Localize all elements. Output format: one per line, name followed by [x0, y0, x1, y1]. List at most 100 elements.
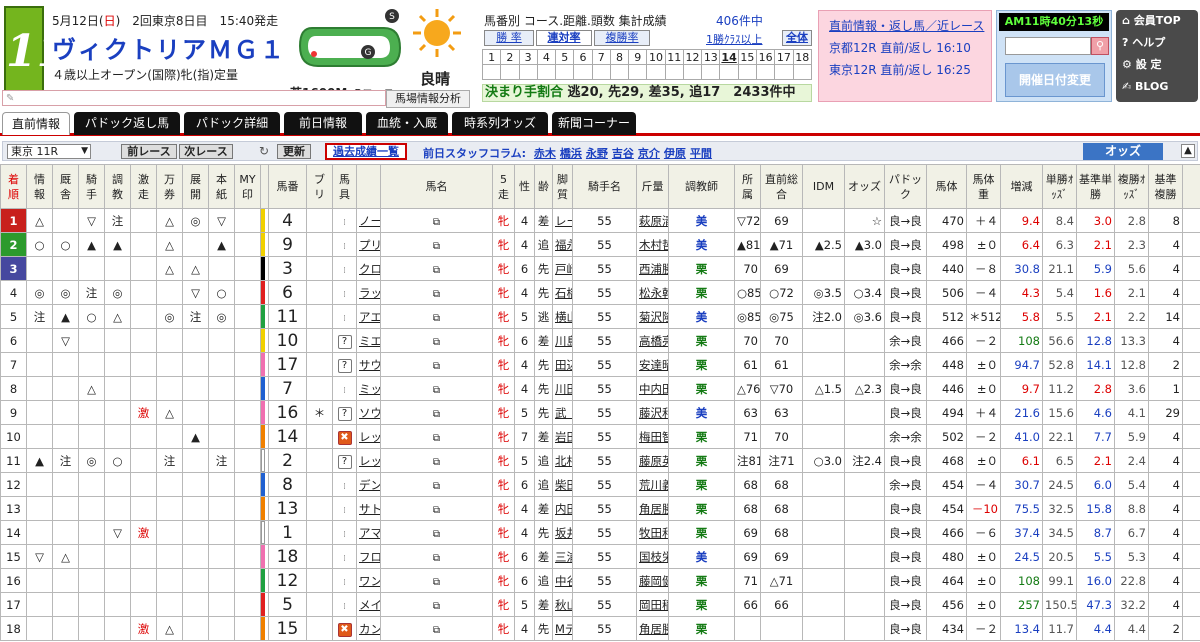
- question-icon[interactable]: ?: [337, 358, 352, 373]
- horse-name-cell[interactable]: アエロリット: [356, 304, 381, 329]
- table-row[interactable]: 4◎◎注◎▽○6⁞ラッキーライラック⧉牝4先石橋脩55松永幹栗○85○72◎3.…: [0, 280, 1200, 305]
- past5-cell[interactable]: ⧉: [380, 256, 493, 281]
- staff-link[interactable]: 橋浜: [560, 147, 582, 160]
- odds-button[interactable]: オッズ: [1083, 143, 1163, 160]
- table-row[interactable]: 2○○▲▲△▲9⁞プリモシーン⧉牝4追福永祐55木村哲美▲81▲71▲2.5▲3…: [0, 232, 1200, 257]
- horse-name-cell[interactable]: メイショウオワラ: [356, 592, 381, 617]
- trainer-cell[interactable]: 国枝栄: [636, 544, 669, 569]
- trainer-cell[interactable]: 角居勝: [636, 616, 669, 641]
- horse-name-link[interactable]: レッツゴードンキ: [359, 430, 380, 444]
- trainer-link[interactable]: 角居勝: [639, 622, 668, 636]
- jockey-link[interactable]: 武 豊[替]: [555, 406, 572, 420]
- jockey-link[interactable]: 岩田康: [555, 430, 572, 444]
- jockey-link[interactable]: 戸崎圭[替]: [555, 262, 572, 276]
- horse-name-link[interactable]: クロコスミア: [359, 262, 380, 276]
- horse-name-link[interactable]: ソウルスターリング: [359, 406, 380, 420]
- tab-prev-day[interactable]: 前日情報: [284, 112, 362, 135]
- trainer-cell[interactable]: 萩原清: [636, 208, 669, 233]
- trainer-link[interactable]: 牧田和: [639, 526, 668, 540]
- horse-name-link[interactable]: デンコウアンジュ: [359, 478, 380, 492]
- table-row[interactable]: 10▲14✖レッツゴードンキ⧉牝7差岩田康55梅田智栗7170余→余502－２4…: [0, 424, 1200, 449]
- past5-cell[interactable]: ⧉: [380, 328, 493, 353]
- trainer-cell[interactable]: 木村哲: [636, 232, 669, 257]
- trainer-cell[interactable]: 高橋亮: [636, 328, 669, 353]
- staff-link[interactable]: 永野: [586, 147, 608, 160]
- trainer-link[interactable]: 荒川義: [639, 478, 668, 492]
- table-row[interactable]: 16 12 ⁞ ワントゥワン ⧉ 牝6追中谷雄[替]55藤岡健栗71△71 良→良464±０…: [0, 568, 1200, 593]
- popup-icon[interactable]: ⧉: [433, 265, 440, 276]
- horse-name-link[interactable]: ミッキーチャーム: [359, 382, 380, 396]
- popup-icon[interactable]: ⧉: [433, 313, 440, 324]
- jockey-name-cell[interactable]: 川島信: [552, 328, 573, 353]
- horse-name-link[interactable]: アエロリット: [359, 310, 380, 324]
- trainer-cell[interactable]: 菊沢隆: [636, 304, 669, 329]
- trainer-link[interactable]: 梅田智: [639, 430, 668, 444]
- table-row[interactable]: 6▽10?ミエノサクシード⧉牝6差川島信55高橋亮栗7070余→良466－２10…: [0, 328, 1200, 353]
- member-top-link[interactable]: ⌂ 会員TOP: [1116, 10, 1198, 32]
- horse-name-cell[interactable]: カンタービレ: [356, 616, 381, 641]
- trainer-cell[interactable]: 藤原英: [636, 448, 669, 473]
- popup-icon[interactable]: ⧉: [433, 241, 440, 252]
- past5-cell[interactable]: ⧉: [380, 304, 493, 329]
- table-row[interactable]: 8 △ 7 ⁞ ミッキーチャーム ⧉ 牝4先川田将55中内田栗△76▽70△1.5△2.3良…: [0, 376, 1200, 401]
- past5-cell[interactable]: ⧉: [380, 352, 493, 377]
- question-icon[interactable]: ?: [337, 334, 352, 349]
- search-icon[interactable]: ⚲: [1091, 37, 1109, 55]
- jockey-name-cell[interactable]: 横山典[替]: [552, 304, 573, 329]
- horse-name-cell[interactable]: クロコスミア: [356, 256, 381, 281]
- staff-link[interactable]: 伊原: [664, 147, 686, 160]
- jockey-link[interactable]: 中谷雄[替]: [555, 574, 572, 588]
- popup-icon[interactable]: ⧉: [433, 409, 440, 420]
- trainer-cell[interactable]: 松永幹: [636, 280, 669, 305]
- popup-icon[interactable]: ⧉: [433, 361, 440, 372]
- popup-icon[interactable]: ⧉: [433, 385, 440, 396]
- my-mark-cell[interactable]: [234, 448, 261, 473]
- popup-icon[interactable]: ⧉: [433, 625, 440, 636]
- horse-name-link[interactable]: ノームコア: [359, 214, 380, 228]
- refresh-button[interactable]: 更新: [277, 144, 311, 159]
- table-row[interactable]: 3 △△ 3 ⁞ クロコスミア ⧉ 牝6先戸崎圭[替]55西浦勝栗7069 良→良440－８3…: [0, 256, 1200, 281]
- trainer-link[interactable]: 松永幹: [639, 286, 668, 300]
- past5-cell[interactable]: ⧉: [380, 616, 493, 641]
- past5-cell[interactable]: ⧉: [380, 544, 493, 569]
- my-mark-cell[interactable]: [234, 208, 261, 233]
- horse-name-link[interactable]: ワントゥワン: [359, 574, 380, 588]
- jockey-link[interactable]: 田辺裕[替]: [555, 358, 572, 372]
- trainer-cell[interactable]: 岡田稲: [636, 592, 669, 617]
- jockey-link[interactable]: 秋山真[替]: [555, 598, 572, 612]
- table-row[interactable]: 717?サウンドキアラ⧉牝4先田辺裕[替]55安達昭栗6161余→余448±０9…: [0, 352, 1200, 377]
- warning-icon[interactable]: ✖: [337, 430, 352, 445]
- race-select[interactable]: 東京 11R ▼: [7, 144, 91, 159]
- jockey-name-cell[interactable]: レーン[替]: [552, 208, 573, 233]
- trainer-link[interactable]: 木村哲: [639, 238, 668, 252]
- trainer-link[interactable]: 安達昭: [639, 358, 668, 372]
- trainer-link[interactable]: 萩原清: [639, 214, 668, 228]
- trainer-cell[interactable]: 西浦勝: [636, 256, 669, 281]
- tab-pre-race[interactable]: 直前情報: [2, 112, 70, 135]
- jockey-name-cell[interactable]: 三浦皇: [552, 544, 573, 569]
- popup-icon[interactable]: ⧉: [433, 289, 440, 300]
- jockey-name-cell[interactable]: 岩田康: [552, 424, 573, 449]
- popup-icon[interactable]: ⧉: [433, 217, 440, 228]
- popup-icon[interactable]: ⧉: [433, 433, 440, 444]
- past5-cell[interactable]: ⧉: [380, 448, 493, 473]
- prev-race-button[interactable]: 前レース: [121, 144, 177, 159]
- trainer-cell[interactable]: 安達昭: [636, 352, 669, 377]
- past-results-button[interactable]: 過去成績一覧: [325, 143, 407, 160]
- staff-link[interactable]: 京介: [638, 147, 660, 160]
- table-row[interactable]: 1313⁞サトノワルキューレ⧉牝4差内田博[替]55角居勝栗6868良→良454…: [0, 496, 1200, 521]
- past5-cell[interactable]: ⧉: [380, 280, 493, 305]
- my-mark-cell[interactable]: [234, 616, 261, 641]
- my-mark-cell[interactable]: [234, 520, 261, 545]
- question-icon[interactable]: ?: [337, 454, 352, 469]
- my-mark-cell[interactable]: [234, 328, 261, 353]
- horse-name-cell[interactable]: ソウルスターリング: [356, 400, 381, 425]
- trainer-cell[interactable]: 藤岡健: [636, 568, 669, 593]
- next-race-button[interactable]: 次レース: [179, 144, 233, 159]
- tab-top3-rate[interactable]: 複勝率: [594, 30, 650, 46]
- past5-cell[interactable]: ⧉: [380, 424, 493, 449]
- staff-link[interactable]: 赤木: [534, 147, 556, 160]
- trainer-cell[interactable]: 荒川義: [636, 472, 669, 497]
- warning-icon[interactable]: ✖: [337, 622, 352, 637]
- horse-name-cell[interactable]: レッツゴードンキ: [356, 424, 381, 449]
